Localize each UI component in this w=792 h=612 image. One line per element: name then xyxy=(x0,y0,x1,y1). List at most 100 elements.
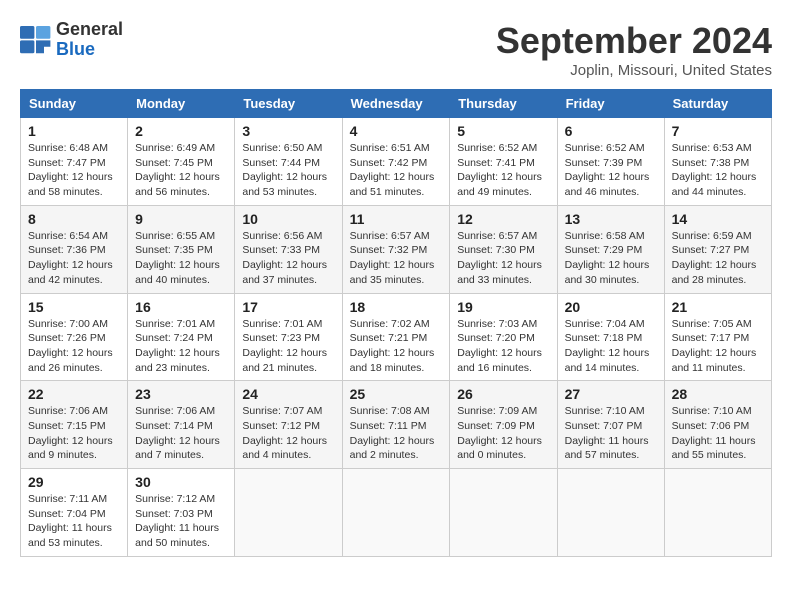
day-info: Sunrise: 7:01 AMSunset: 7:24 PMDaylight:… xyxy=(135,317,227,376)
calendar-cell: 15Sunrise: 7:00 AMSunset: 7:26 PMDayligh… xyxy=(21,293,128,381)
day-info: Sunrise: 7:04 AMSunset: 7:18 PMDaylight:… xyxy=(565,317,657,376)
day-info: Sunrise: 6:51 AMSunset: 7:42 PMDaylight:… xyxy=(350,141,443,200)
day-number: 11 xyxy=(350,211,443,227)
day-number: 27 xyxy=(565,386,657,402)
day-number: 16 xyxy=(135,299,227,315)
calendar-cell: 18 Sunrise: 7:02 AMSunset: 7:21 PMDayligh… xyxy=(342,293,450,381)
day-number: 1 xyxy=(28,123,120,139)
day-info: Sunrise: 7:10 AMSunset: 7:07 PMDaylight:… xyxy=(565,404,657,463)
calendar-week-row: 15Sunrise: 7:00 AMSunset: 7:26 PMDayligh… xyxy=(21,293,772,381)
day-info: Sunrise: 7:01 AMSunset: 7:23 PMDaylight:… xyxy=(242,317,334,376)
calendar-cell: 10Sunrise: 6:56 AMSunset: 7:33 PMDayligh… xyxy=(235,205,342,293)
calendar-cell xyxy=(557,469,664,557)
day-info: Sunrise: 7:10 AMSunset: 7:06 PMDaylight:… xyxy=(672,404,764,463)
day-number: 9 xyxy=(135,211,227,227)
day-of-week-header: Friday xyxy=(557,90,664,118)
day-of-week-header: Saturday xyxy=(664,90,771,118)
day-number: 21 xyxy=(672,299,764,315)
calendar-week-row: 1 Sunrise: 6:48 AMSunset: 7:47 PMDaylight… xyxy=(21,118,772,206)
page-header: General Blue September 2024 Joplin, Miss… xyxy=(20,20,772,79)
location: Joplin, Missouri, United States xyxy=(496,62,772,79)
day-number: 14 xyxy=(672,211,764,227)
day-info: Sunrise: 6:48 AMSunset: 7:47 PMDaylight:… xyxy=(28,141,120,200)
month-title: September 2024 xyxy=(496,20,772,62)
day-number: 13 xyxy=(565,211,657,227)
calendar-cell: 22 Sunrise: 7:06 AMSunset: 7:15 PMDayligh… xyxy=(21,381,128,469)
calendar-week-row: 22 Sunrise: 7:06 AMSunset: 7:15 PMDayligh… xyxy=(21,381,772,469)
day-of-week-header: Monday xyxy=(128,90,235,118)
calendar-cell: 11 Sunrise: 6:57 AMSunset: 7:32 PMDayligh… xyxy=(342,205,450,293)
calendar-cell: 19 Sunrise: 7:03 AMSunset: 7:20 PMDayligh… xyxy=(450,293,557,381)
calendar-cell: 2 Sunrise: 6:49 AMSunset: 7:45 PMDaylight… xyxy=(128,118,235,206)
day-number: 19 xyxy=(457,299,549,315)
day-number: 3 xyxy=(242,123,334,139)
day-info: Sunrise: 7:09 AMSunset: 7:09 PMDaylight:… xyxy=(457,404,549,463)
day-number: 28 xyxy=(672,386,764,402)
day-number: 8 xyxy=(28,211,120,227)
calendar-cell: 27 Sunrise: 7:10 AMSunset: 7:07 PMDayligh… xyxy=(557,381,664,469)
calendar-cell xyxy=(450,469,557,557)
calendar-cell xyxy=(342,469,450,557)
day-info: Sunrise: 6:57 AMSunset: 7:30 PMDaylight:… xyxy=(457,229,549,288)
calendar-cell: 14 Sunrise: 6:59 AMSunset: 7:27 PMDayligh… xyxy=(664,205,771,293)
calendar-cell: 20 Sunrise: 7:04 AMSunset: 7:18 PMDayligh… xyxy=(557,293,664,381)
day-info: Sunrise: 7:07 AMSunset: 7:12 PMDaylight:… xyxy=(242,404,334,463)
day-info: Sunrise: 6:58 AMSunset: 7:29 PMDaylight:… xyxy=(565,229,657,288)
day-of-week-header: Thursday xyxy=(450,90,557,118)
day-info: Sunrise: 7:00 AMSunset: 7:26 PMDaylight:… xyxy=(28,317,120,376)
day-info: Sunrise: 6:59 AMSunset: 7:27 PMDaylight:… xyxy=(672,229,764,288)
calendar-cell: 4 Sunrise: 6:51 AMSunset: 7:42 PMDaylight… xyxy=(342,118,450,206)
calendar-cell: 12 Sunrise: 6:57 AMSunset: 7:30 PMDayligh… xyxy=(450,205,557,293)
calendar-cell: 13 Sunrise: 6:58 AMSunset: 7:29 PMDayligh… xyxy=(557,205,664,293)
calendar-cell: 24 Sunrise: 7:07 AMSunset: 7:12 PMDayligh… xyxy=(235,381,342,469)
calendar-cell: 1 Sunrise: 6:48 AMSunset: 7:47 PMDaylight… xyxy=(21,118,128,206)
calendar-week-row: 29 Sunrise: 7:11 AMSunset: 7:04 PMDayligh… xyxy=(21,469,772,557)
day-number: 4 xyxy=(350,123,443,139)
day-info: Sunrise: 7:11 AMSunset: 7:04 PMDaylight:… xyxy=(28,492,120,551)
calendar-cell xyxy=(235,469,342,557)
calendar-cell: 6Sunrise: 6:52 AMSunset: 7:39 PMDaylight… xyxy=(557,118,664,206)
day-number: 22 xyxy=(28,386,120,402)
logo-icon xyxy=(20,26,52,54)
calendar-cell: 8 Sunrise: 6:54 AMSunset: 7:36 PMDaylight… xyxy=(21,205,128,293)
calendar-cell: 9 Sunrise: 6:55 AMSunset: 7:35 PMDaylight… xyxy=(128,205,235,293)
day-info: Sunrise: 7:08 AMSunset: 7:11 PMDaylight:… xyxy=(350,404,443,463)
day-info: Sunrise: 7:06 AMSunset: 7:15 PMDaylight:… xyxy=(28,404,120,463)
calendar-cell: 28 Sunrise: 7:10 AMSunset: 7:06 PMDayligh… xyxy=(664,381,771,469)
day-number: 29 xyxy=(28,474,120,490)
day-info: Sunrise: 7:03 AMSunset: 7:20 PMDaylight:… xyxy=(457,317,549,376)
day-info: Sunrise: 7:02 AMSunset: 7:21 PMDaylight:… xyxy=(350,317,443,376)
day-number: 23 xyxy=(135,386,227,402)
day-number: 5 xyxy=(457,123,549,139)
day-info: Sunrise: 6:55 AMSunset: 7:35 PMDaylight:… xyxy=(135,229,227,288)
calendar-header-row: SundayMondayTuesdayWednesdayThursdayFrid… xyxy=(21,90,772,118)
day-number: 18 xyxy=(350,299,443,315)
day-number: 26 xyxy=(457,386,549,402)
day-of-week-header: Sunday xyxy=(21,90,128,118)
day-info: Sunrise: 6:52 AMSunset: 7:41 PMDaylight:… xyxy=(457,141,549,200)
calendar-cell: 29 Sunrise: 7:11 AMSunset: 7:04 PMDayligh… xyxy=(21,469,128,557)
day-number: 24 xyxy=(242,386,334,402)
calendar-cell: 23Sunrise: 7:06 AMSunset: 7:14 PMDayligh… xyxy=(128,381,235,469)
day-number: 25 xyxy=(350,386,443,402)
calendar-cell: 25 Sunrise: 7:08 AMSunset: 7:11 PMDayligh… xyxy=(342,381,450,469)
day-number: 20 xyxy=(565,299,657,315)
day-of-week-header: Tuesday xyxy=(235,90,342,118)
calendar-cell xyxy=(664,469,771,557)
calendar-cell: 17Sunrise: 7:01 AMSunset: 7:23 PMDayligh… xyxy=(235,293,342,381)
day-info: Sunrise: 6:57 AMSunset: 7:32 PMDaylight:… xyxy=(350,229,443,288)
title-area: September 2024 Joplin, Missouri, United … xyxy=(496,20,772,79)
calendar-week-row: 8 Sunrise: 6:54 AMSunset: 7:36 PMDaylight… xyxy=(21,205,772,293)
day-info: Sunrise: 6:49 AMSunset: 7:45 PMDaylight:… xyxy=(135,141,227,200)
calendar-cell: 3Sunrise: 6:50 AMSunset: 7:44 PMDaylight… xyxy=(235,118,342,206)
logo: General Blue xyxy=(20,20,123,60)
day-number: 2 xyxy=(135,123,227,139)
day-number: 6 xyxy=(565,123,657,139)
day-number: 12 xyxy=(457,211,549,227)
day-info: Sunrise: 6:54 AMSunset: 7:36 PMDaylight:… xyxy=(28,229,120,288)
calendar-cell: 5 Sunrise: 6:52 AMSunset: 7:41 PMDaylight… xyxy=(450,118,557,206)
day-info: Sunrise: 7:05 AMSunset: 7:17 PMDaylight:… xyxy=(672,317,764,376)
calendar-cell: 30Sunrise: 7:12 AMSunset: 7:03 PMDayligh… xyxy=(128,469,235,557)
day-of-week-header: Wednesday xyxy=(342,90,450,118)
calendar-cell: 7Sunrise: 6:53 AMSunset: 7:38 PMDaylight… xyxy=(664,118,771,206)
